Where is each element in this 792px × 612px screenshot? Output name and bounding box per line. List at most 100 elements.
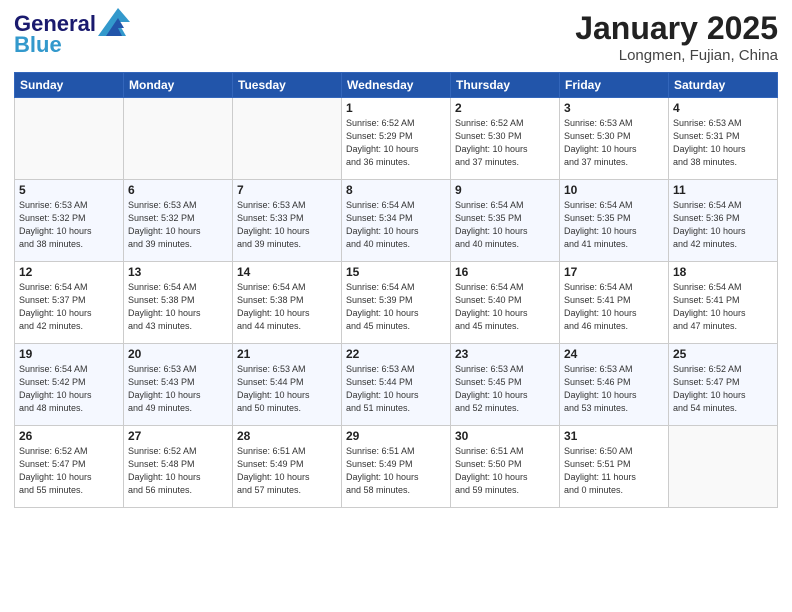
calendar-week-row: 19Sunrise: 6:54 AMSunset: 5:42 PMDayligh… bbox=[15, 344, 778, 426]
table-row: 28Sunrise: 6:51 AMSunset: 5:49 PMDayligh… bbox=[233, 426, 342, 508]
day-info: Sunrise: 6:52 AMSunset: 5:47 PMDaylight:… bbox=[19, 445, 119, 497]
day-info: Sunrise: 6:53 AMSunset: 5:33 PMDaylight:… bbox=[237, 199, 337, 251]
day-number: 25 bbox=[673, 347, 773, 361]
table-row: 25 Sunrise: 6:52 AMSunset: 5:47 PMDayligh… bbox=[669, 344, 778, 426]
table-row: 29 Sunrise: 6:51 AMSunset: 5:49 PMDayligh… bbox=[342, 426, 451, 508]
day-info: Sunrise: 6:53 AMSunset: 5:32 PMDaylight:… bbox=[19, 199, 119, 251]
calendar-week-row: 12 Sunrise: 6:54 AMSunset: 5:37 PMDayligh… bbox=[15, 262, 778, 344]
day-number: 5 bbox=[19, 183, 119, 197]
day-info: Sunrise: 6:54 AMSunset: 5:35 PMDaylight:… bbox=[564, 199, 664, 251]
logo-blue-text: Blue bbox=[14, 34, 62, 56]
day-info: Sunrise: 6:51 AMSunset: 5:49 PMDaylight:… bbox=[237, 445, 337, 497]
day-info: Sunrise: 6:53 AMSunset: 5:44 PMDaylight:… bbox=[346, 363, 446, 415]
table-row: 17 Sunrise: 6:54 AMSunset: 5:41 PMDayligh… bbox=[560, 262, 669, 344]
day-info: Sunrise: 6:52 AMSunset: 5:29 PMDaylight:… bbox=[346, 117, 446, 169]
table-row: 2 Sunrise: 6:52 AMSunset: 5:30 PMDaylight… bbox=[451, 98, 560, 180]
logo-icon bbox=[98, 8, 130, 36]
day-number: 4 bbox=[673, 101, 773, 115]
calendar-week-row: 1 Sunrise: 6:52 AMSunset: 5:29 PMDaylight… bbox=[15, 98, 778, 180]
day-info: Sunrise: 6:54 AMSunset: 5:40 PMDaylight:… bbox=[455, 281, 555, 333]
day-number: 29 bbox=[346, 429, 446, 443]
page-header: General Blue January 2025 Longmen, Fujia… bbox=[14, 10, 778, 64]
day-info: Sunrise: 6:51 AMSunset: 5:49 PMDaylight:… bbox=[346, 445, 446, 497]
calendar-week-row: 5 Sunrise: 6:53 AMSunset: 5:32 PMDaylight… bbox=[15, 180, 778, 262]
table-row: 26Sunrise: 6:52 AMSunset: 5:47 PMDayligh… bbox=[15, 426, 124, 508]
month-title: January 2025 bbox=[575, 10, 778, 47]
table-row: 1 Sunrise: 6:52 AMSunset: 5:29 PMDaylight… bbox=[342, 98, 451, 180]
day-info: Sunrise: 6:52 AMSunset: 5:30 PMDaylight:… bbox=[455, 117, 555, 169]
table-row: 5 Sunrise: 6:53 AMSunset: 5:32 PMDaylight… bbox=[15, 180, 124, 262]
table-row: 4Sunrise: 6:53 AMSunset: 5:31 PMDaylight… bbox=[669, 98, 778, 180]
day-info: Sunrise: 6:53 AMSunset: 5:30 PMDaylight:… bbox=[564, 117, 664, 169]
calendar-week-row: 26Sunrise: 6:52 AMSunset: 5:47 PMDayligh… bbox=[15, 426, 778, 508]
day-info: Sunrise: 6:53 AMSunset: 5:44 PMDaylight:… bbox=[237, 363, 337, 415]
day-number: 8 bbox=[346, 183, 446, 197]
day-number: 27 bbox=[128, 429, 228, 443]
day-info: Sunrise: 6:54 AMSunset: 5:38 PMDaylight:… bbox=[237, 281, 337, 333]
table-row: 6 Sunrise: 6:53 AMSunset: 5:32 PMDaylight… bbox=[124, 180, 233, 262]
table-row: 30 Sunrise: 6:51 AMSunset: 5:50 PMDayligh… bbox=[451, 426, 560, 508]
table-row bbox=[124, 98, 233, 180]
day-info: Sunrise: 6:52 AMSunset: 5:47 PMDaylight:… bbox=[673, 363, 773, 415]
logo: General Blue bbox=[14, 10, 130, 56]
day-number: 18 bbox=[673, 265, 773, 279]
day-number: 17 bbox=[564, 265, 664, 279]
col-tuesday: Tuesday bbox=[233, 73, 342, 98]
table-row: 9 Sunrise: 6:54 AMSunset: 5:35 PMDaylight… bbox=[451, 180, 560, 262]
day-info: Sunrise: 6:53 AMSunset: 5:46 PMDaylight:… bbox=[564, 363, 664, 415]
table-row: 27 Sunrise: 6:52 AMSunset: 5:48 PMDayligh… bbox=[124, 426, 233, 508]
day-info: Sunrise: 6:54 AMSunset: 5:38 PMDaylight:… bbox=[128, 281, 228, 333]
day-number: 9 bbox=[455, 183, 555, 197]
table-row: 7 Sunrise: 6:53 AMSunset: 5:33 PMDaylight… bbox=[233, 180, 342, 262]
table-row: 18 Sunrise: 6:54 AMSunset: 5:41 PMDayligh… bbox=[669, 262, 778, 344]
day-number: 2 bbox=[455, 101, 555, 115]
table-row: 24 Sunrise: 6:53 AMSunset: 5:46 PMDayligh… bbox=[560, 344, 669, 426]
table-row bbox=[233, 98, 342, 180]
col-monday: Monday bbox=[124, 73, 233, 98]
day-info: Sunrise: 6:54 AMSunset: 5:36 PMDaylight:… bbox=[673, 199, 773, 251]
day-info: Sunrise: 6:54 AMSunset: 5:41 PMDaylight:… bbox=[673, 281, 773, 333]
day-info: Sunrise: 6:54 AMSunset: 5:41 PMDaylight:… bbox=[564, 281, 664, 333]
day-number: 31 bbox=[564, 429, 664, 443]
day-number: 14 bbox=[237, 265, 337, 279]
table-row: 23Sunrise: 6:53 AMSunset: 5:45 PMDayligh… bbox=[451, 344, 560, 426]
day-number: 23 bbox=[455, 347, 555, 361]
day-number: 6 bbox=[128, 183, 228, 197]
day-number: 24 bbox=[564, 347, 664, 361]
day-number: 10 bbox=[564, 183, 664, 197]
day-number: 1 bbox=[346, 101, 446, 115]
day-number: 3 bbox=[564, 101, 664, 115]
table-row: 10 Sunrise: 6:54 AMSunset: 5:35 PMDayligh… bbox=[560, 180, 669, 262]
table-row: 12 Sunrise: 6:54 AMSunset: 5:37 PMDayligh… bbox=[15, 262, 124, 344]
table-row: 3 Sunrise: 6:53 AMSunset: 5:30 PMDaylight… bbox=[560, 98, 669, 180]
day-info: Sunrise: 6:54 AMSunset: 5:35 PMDaylight:… bbox=[455, 199, 555, 251]
day-info: Sunrise: 6:54 AMSunset: 5:34 PMDaylight:… bbox=[346, 199, 446, 251]
calendar-table: Sunday Monday Tuesday Wednesday Thursday… bbox=[14, 72, 778, 508]
day-info: Sunrise: 6:53 AMSunset: 5:32 PMDaylight:… bbox=[128, 199, 228, 251]
page-container: General Blue January 2025 Longmen, Fujia… bbox=[0, 0, 792, 514]
title-block: January 2025 Longmen, Fujian, China bbox=[575, 10, 778, 64]
table-row: 21 Sunrise: 6:53 AMSunset: 5:44 PMDayligh… bbox=[233, 344, 342, 426]
location: Longmen, Fujian, China bbox=[575, 47, 778, 64]
col-saturday: Saturday bbox=[669, 73, 778, 98]
table-row bbox=[669, 426, 778, 508]
col-sunday: Sunday bbox=[15, 73, 124, 98]
table-row bbox=[15, 98, 124, 180]
day-info: Sunrise: 6:54 AMSunset: 5:37 PMDaylight:… bbox=[19, 281, 119, 333]
table-row: 20Sunrise: 6:53 AMSunset: 5:43 PMDayligh… bbox=[124, 344, 233, 426]
table-row: 11 Sunrise: 6:54 AMSunset: 5:36 PMDayligh… bbox=[669, 180, 778, 262]
col-thursday: Thursday bbox=[451, 73, 560, 98]
table-row: 8 Sunrise: 6:54 AMSunset: 5:34 PMDaylight… bbox=[342, 180, 451, 262]
day-number: 19 bbox=[19, 347, 119, 361]
day-number: 21 bbox=[237, 347, 337, 361]
day-info: Sunrise: 6:52 AMSunset: 5:48 PMDaylight:… bbox=[128, 445, 228, 497]
day-number: 30 bbox=[455, 429, 555, 443]
day-info: Sunrise: 6:53 AMSunset: 5:43 PMDaylight:… bbox=[128, 363, 228, 415]
day-info: Sunrise: 6:54 AMSunset: 5:39 PMDaylight:… bbox=[346, 281, 446, 333]
day-info: Sunrise: 6:51 AMSunset: 5:50 PMDaylight:… bbox=[455, 445, 555, 497]
day-number: 7 bbox=[237, 183, 337, 197]
day-number: 12 bbox=[19, 265, 119, 279]
col-friday: Friday bbox=[560, 73, 669, 98]
day-info: Sunrise: 6:50 AMSunset: 5:51 PMDaylight:… bbox=[564, 445, 664, 497]
day-number: 11 bbox=[673, 183, 773, 197]
